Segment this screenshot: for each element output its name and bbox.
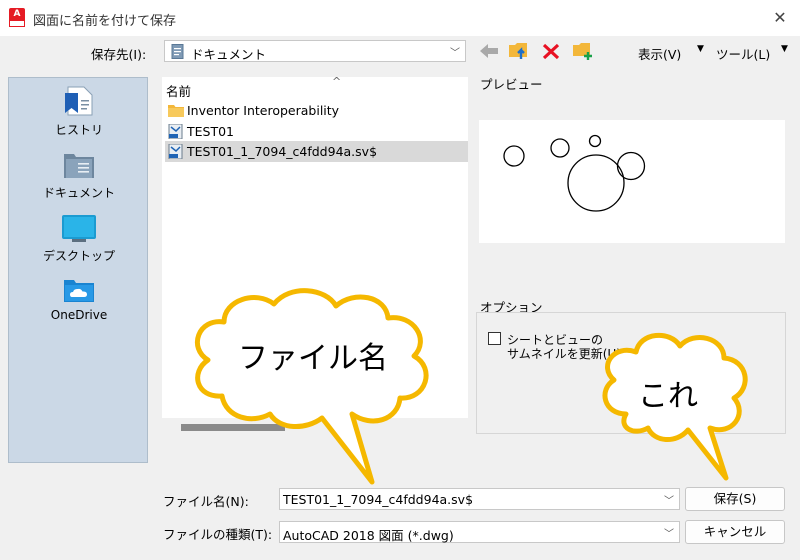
filename-callout-text: ファイル名 xyxy=(238,341,388,376)
save-callout-text: これ xyxy=(638,379,698,414)
filename-callout-bubble xyxy=(195,288,429,485)
callout-overlay xyxy=(195,288,748,485)
